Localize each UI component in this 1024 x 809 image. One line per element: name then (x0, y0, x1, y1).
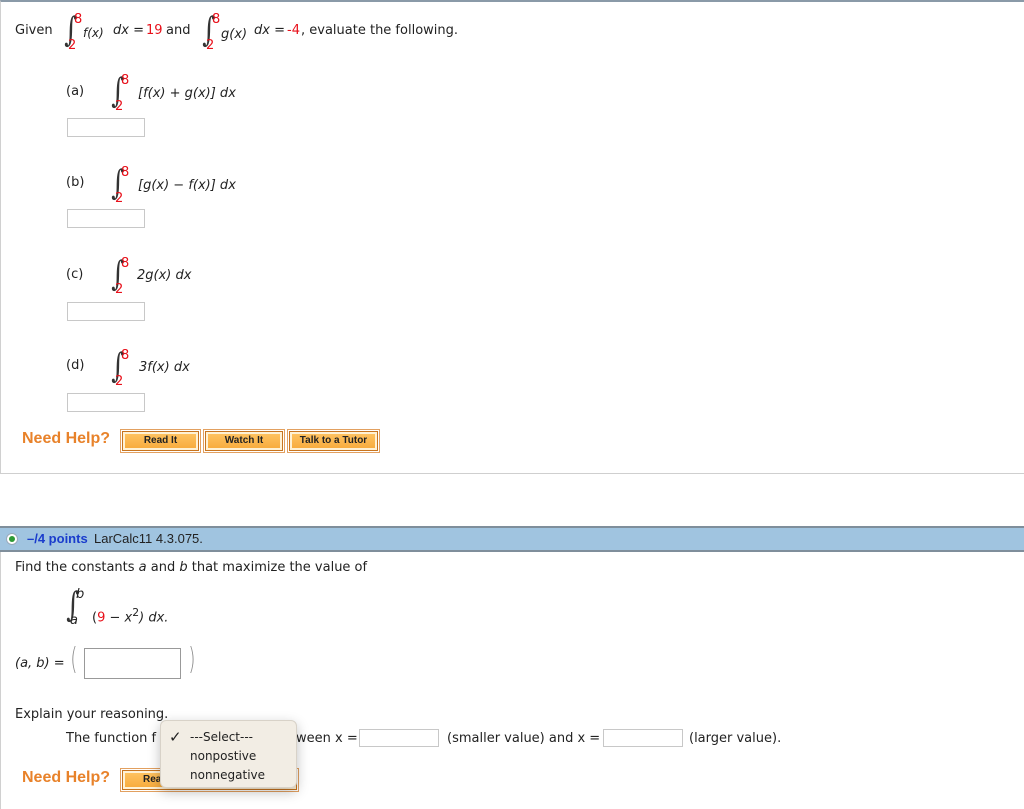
integral-sign-c: ∫ 8 2 (107, 254, 137, 300)
need-help-label: Need Help? (22, 430, 111, 447)
part-b-answer-input[interactable] (67, 209, 145, 228)
upper-limit: 8 (121, 165, 130, 180)
prompt-text-end: that maximize the value of (187, 560, 368, 575)
function-f-text: The function f (66, 731, 157, 746)
part-c-answer-input[interactable] (67, 302, 145, 321)
sign-select-dropdown[interactable]: ✓ ---Select--- nonpostive nonnegative (160, 720, 297, 788)
dx-text: dx = (113, 23, 144, 38)
dx-equals-2: dx = (254, 23, 285, 38)
prompt-and: and (146, 560, 180, 575)
ab-label: (a, b) = (15, 656, 65, 671)
prompt-text: Find the constants (15, 560, 139, 575)
q2-prompt: Find the constants a and b that maximize… (15, 560, 367, 575)
part-a-answer-input[interactable] (67, 118, 145, 137)
read-it-button[interactable]: Read It (120, 429, 201, 453)
points-label: –/4 points (27, 531, 88, 546)
and-text: and (166, 23, 191, 38)
smaller-value-label: (smaller value) and x = (447, 731, 601, 746)
minus-x: − x (105, 610, 133, 626)
g-integral-value: -4 (287, 23, 300, 38)
intro-tail: , evaluate the following. (301, 23, 459, 38)
sentence-mid: ween x = (296, 731, 358, 746)
part-d-expr: 3f(x) dx (139, 360, 190, 375)
dropdown-option-nonpositive[interactable]: nonpostive (190, 749, 256, 763)
sentence-start: The function f (66, 731, 156, 746)
upper-limit: 8 (121, 348, 130, 363)
q2-integrand: (9 − x2) dx. (92, 606, 168, 625)
need-help-label-2: Need Help? (22, 769, 111, 786)
larger-value-label: (larger value). (689, 731, 782, 746)
integral-sign-b: ∫ 8 2 (107, 163, 137, 209)
expand-plus-icon[interactable] (6, 533, 18, 545)
intro-given: Given (15, 23, 53, 38)
lower-limit: 2 (206, 38, 215, 53)
lower-limit: 2 (68, 38, 77, 53)
question-code: LarCalc11 4.3.075. (94, 531, 203, 546)
part-c-expr: 2g(x) dx (137, 268, 192, 283)
dropdown-option-select[interactable]: ---Select--- (190, 730, 253, 744)
left-paren: ( (70, 642, 78, 677)
question-panel-1 (0, 0, 1024, 474)
part-b-label: (b) (66, 175, 85, 190)
x-larger-input[interactable] (603, 729, 683, 747)
question-header-2: –/4 points LarCalc11 4.3.075. (0, 526, 1024, 552)
integral-sign-q2: ∫ b a (62, 585, 92, 631)
part-d-label: (d) (66, 358, 85, 373)
lower-limit-a: a (70, 613, 78, 628)
part-b-expr: [g(x) − f(x)] dx (138, 178, 236, 193)
upper-limit: 8 (74, 12, 83, 27)
part-d-answer-input[interactable] (67, 393, 145, 412)
f-expr: f(x) (83, 26, 104, 40)
var-b: b (179, 560, 188, 575)
g-expr: g(x) (221, 27, 248, 42)
integral-sign-d: ∫ 8 2 (107, 346, 137, 392)
watch-it-button[interactable]: Watch It (203, 429, 285, 453)
explain-label: Explain your reasoning. (15, 707, 169, 722)
dropdown-option-nonnegative[interactable]: nonnegative (190, 768, 265, 782)
ab-answer-input[interactable] (84, 648, 181, 679)
x-smaller-input[interactable] (359, 729, 439, 747)
upper-limit: 8 (121, 73, 130, 88)
lower-limit: 2 (115, 282, 124, 297)
dx-equals-1: dx = (113, 23, 144, 38)
upper-limit: 8 (212, 12, 221, 27)
lower-limit: 2 (115, 99, 124, 114)
upper-limit-b: b (76, 587, 85, 602)
f-integral-value: 19 (146, 23, 163, 38)
part-c-label: (c) (66, 267, 84, 282)
integral-sign-a: ∫ 8 2 (107, 71, 137, 117)
var-a: a (138, 560, 147, 575)
checkmark-icon: ✓ (169, 728, 182, 746)
part-a-expr: [f(x) + g(x)] dx (138, 86, 236, 101)
part-a-label: (a) (66, 84, 85, 99)
lower-limit: 2 (115, 374, 124, 389)
close-dx: ) dx. (139, 610, 169, 626)
talk-to-tutor-button[interactable]: Talk to a Tutor (287, 429, 380, 453)
upper-limit: 8 (121, 256, 130, 271)
lower-limit: 2 (115, 191, 124, 206)
right-paren: ) (188, 642, 196, 677)
